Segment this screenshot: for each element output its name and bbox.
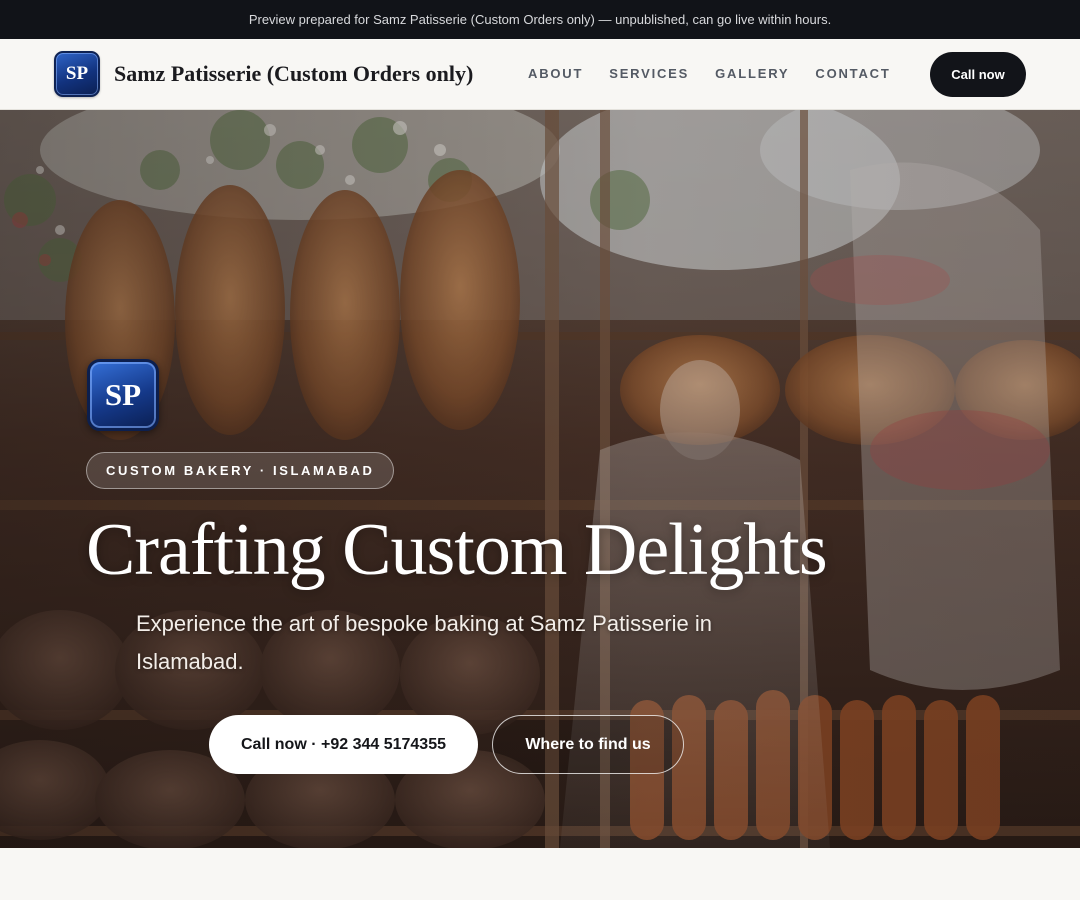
- nav-link-services[interactable]: SERVICES: [609, 66, 689, 81]
- hero-tagline-badge: CUSTOM BAKERY · ISLAMABAD: [86, 452, 395, 489]
- brand-logo-text: SP: [65, 63, 89, 84]
- main-nav: ABOUT SERVICES GALLERY CONTACT: [528, 66, 891, 81]
- hero-subtitle: Experience the art of bespoke baking at …: [136, 611, 712, 674]
- brand-logo[interactable]: SP: [54, 51, 100, 97]
- nav-link-about[interactable]: ABOUT: [528, 66, 583, 81]
- hero-section: SP CUSTOM BAKERY · ISLAMABAD Crafting Cu…: [0, 110, 1080, 848]
- hero-title: Crafting Custom Delights: [86, 509, 828, 591]
- hero-logo: SP: [87, 359, 159, 431]
- find-us-button[interactable]: Where to find us: [492, 715, 684, 774]
- call-now-button[interactable]: Call now: [930, 52, 1026, 97]
- brand-name[interactable]: Samz Patisserie (Custom Orders only): [114, 61, 473, 87]
- call-phone-button[interactable]: Call now · +92 344 5174355: [209, 715, 478, 774]
- site-header: SP Samz Patisserie (Custom Orders only) …: [0, 39, 1080, 110]
- preview-banner: Preview prepared for Samz Patisserie (Cu…: [0, 0, 1080, 39]
- nav-link-gallery[interactable]: GALLERY: [715, 66, 789, 81]
- nav-link-contact[interactable]: CONTACT: [815, 66, 890, 81]
- hero-logo-text: SP: [104, 377, 142, 412]
- preview-banner-text: Preview prepared for Samz Patisserie (Cu…: [248, 12, 832, 27]
